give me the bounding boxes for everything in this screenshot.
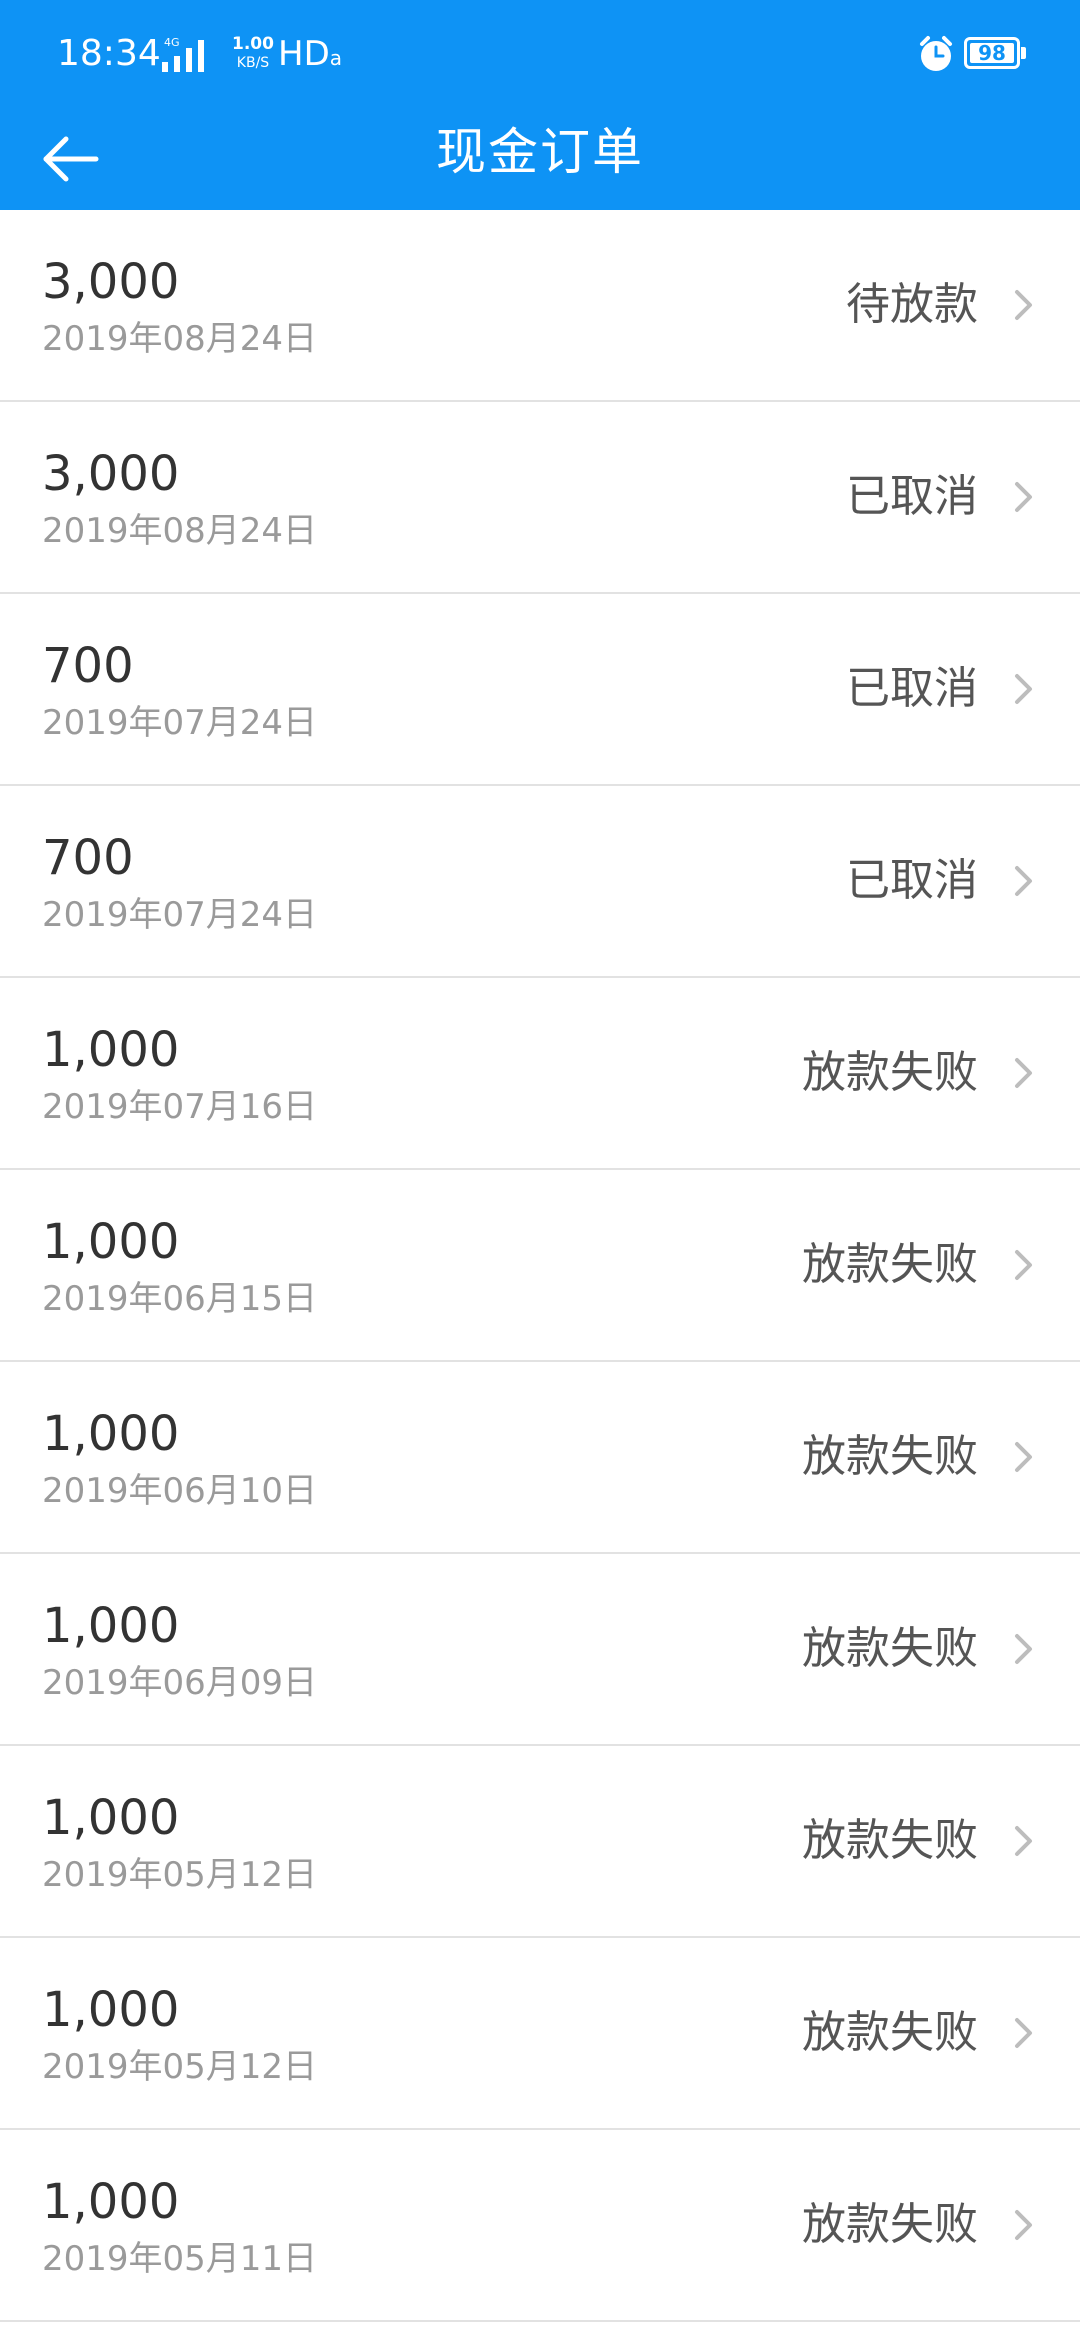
- order-status: 待放款: [846, 279, 978, 330]
- chevron-right-icon: [1015, 1058, 1032, 1088]
- chevron-right-icon: [1015, 674, 1032, 704]
- order-date: 2019年05月12日: [42, 2047, 318, 2087]
- order-amount: 1,000: [42, 1790, 180, 1846]
- order-status: 已取消: [846, 663, 978, 714]
- order-date: 2019年07月24日: [42, 703, 318, 743]
- chevron-right-icon: [1015, 290, 1032, 320]
- order-date: 2019年05月12日: [42, 1855, 318, 1895]
- order-status: 放款失败: [802, 1431, 978, 1482]
- nav-bar: 现金订单: [0, 105, 1080, 210]
- order-status: 放款失败: [802, 2199, 978, 2250]
- order-amount: 1,000: [42, 1406, 180, 1462]
- network-speed: 1.00 KB/S: [230, 34, 276, 74]
- chevron-right-icon: [1015, 1250, 1032, 1280]
- hd-indicator: HDa: [278, 30, 342, 82]
- order-amount: 700: [42, 830, 134, 886]
- order-amount: 1,000: [42, 1982, 180, 2038]
- order-status: 放款失败: [802, 1815, 978, 1866]
- order-date: 2019年07月24日: [42, 895, 318, 935]
- order-date: 2019年06月10日: [42, 1471, 318, 1511]
- chevron-right-icon: [1015, 866, 1032, 896]
- hd-sub-label: a: [329, 46, 343, 70]
- order-row[interactable]: 1,000 2019年05月12日 放款失败: [0, 1746, 1080, 1938]
- order-status: 放款失败: [802, 1623, 978, 1674]
- order-status: 已取消: [846, 471, 978, 522]
- order-status: 放款失败: [802, 2007, 978, 2058]
- battery-icon: 98: [964, 37, 1020, 69]
- order-row[interactable]: 1,000 2019年05月11日 放款失败: [0, 2130, 1080, 2322]
- order-amount: 3,000: [42, 446, 180, 502]
- order-date: 2019年08月24日: [42, 319, 318, 359]
- hd-label: HD: [278, 34, 330, 74]
- order-status: 放款失败: [802, 1239, 978, 1290]
- order-row[interactable]: 3,000 2019年08月24日 已取消: [0, 402, 1080, 594]
- order-row[interactable]: 700 2019年07月24日 已取消: [0, 786, 1080, 978]
- page-title: 现金订单: [436, 123, 644, 181]
- order-amount: 700: [42, 638, 134, 694]
- order-row[interactable]: 700 2019年07月24日 已取消: [0, 594, 1080, 786]
- network-speed-unit: KB/S: [236, 55, 270, 71]
- chevron-right-icon: [1015, 2210, 1032, 2240]
- order-row[interactable]: 3,000 2019年08月24日 待放款: [0, 210, 1080, 402]
- chevron-right-icon: [1015, 1826, 1032, 1856]
- order-list: 3,000 2019年08月24日 待放款 3,000 2019年08月24日 已取消 70…: [0, 210, 1080, 2322]
- status-time: 18:34: [57, 33, 161, 74]
- app-header: 18:34 4G 1.00 KB/S HDa 98 现金订单: [0, 0, 1080, 210]
- order-date: 2019年06月09日: [42, 1663, 318, 1703]
- order-status: 已取消: [846, 855, 978, 906]
- svg-text:4G: 4G: [164, 36, 180, 49]
- status-bar: 18:34 4G 1.00 KB/S HDa 98: [0, 0, 1080, 105]
- order-amount: 1,000: [42, 1022, 180, 1078]
- order-date: 2019年05月11日: [42, 2239, 318, 2279]
- order-amount: 1,000: [42, 2174, 180, 2230]
- order-amount: 1,000: [42, 1598, 180, 1654]
- order-row[interactable]: 1,000 2019年06月09日 放款失败: [0, 1554, 1080, 1746]
- chevron-right-icon: [1015, 1442, 1032, 1472]
- order-amount: 3,000: [42, 254, 180, 310]
- order-date: 2019年07月16日: [42, 1087, 318, 1127]
- order-date: 2019年06月15日: [42, 1279, 318, 1319]
- chevron-right-icon: [1015, 1634, 1032, 1664]
- order-row[interactable]: 1,000 2019年06月15日 放款失败: [0, 1170, 1080, 1362]
- network-speed-value: 1.00: [232, 34, 274, 54]
- order-row[interactable]: 1,000 2019年06月10日 放款失败: [0, 1362, 1080, 1554]
- battery-tip: [1021, 47, 1026, 59]
- chevron-right-icon: [1015, 2018, 1032, 2048]
- chevron-right-icon: [1015, 482, 1032, 512]
- order-row[interactable]: 1,000 2019年07月16日 放款失败: [0, 978, 1080, 1170]
- alarm-icon: [920, 36, 952, 71]
- signal-icon: 4G: [162, 36, 204, 72]
- order-date: 2019年08月24日: [42, 511, 318, 551]
- order-amount: 1,000: [42, 1214, 180, 1270]
- order-row[interactable]: 1,000 2019年05月12日 放款失败: [0, 1938, 1080, 2130]
- battery-level: 98: [978, 41, 1006, 65]
- order-status: 放款失败: [802, 1047, 978, 1098]
